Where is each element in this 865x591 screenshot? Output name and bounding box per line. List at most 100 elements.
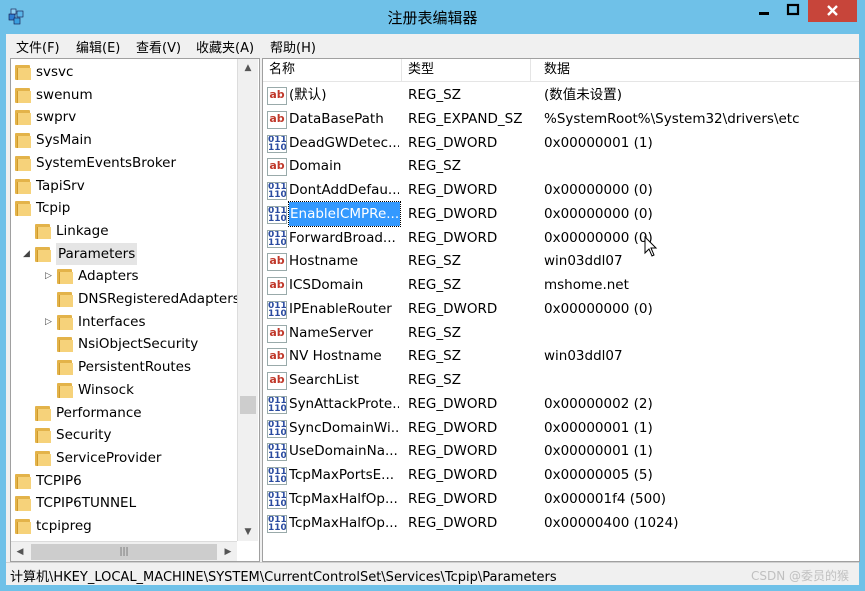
- key-tree[interactable]: svsvc swenum swprv SysMain SystemEventsBroke…: [10, 58, 260, 562]
- tree-item-label: Interfaces: [78, 313, 146, 330]
- folder-icon: [57, 268, 73, 285]
- tree-item[interactable]: tcpipreg: [11, 515, 237, 537]
- value-row[interactable]: 011 110 DeadGWDetec... REG_DWORD 0x00000001…: [263, 131, 859, 155]
- tree-item[interactable]: ▷ Adapters: [11, 265, 237, 287]
- tree-item[interactable]: ServiceProvider: [11, 447, 237, 469]
- value-name: ForwardBroad...: [289, 229, 396, 246]
- binary-value-icon: 011 110: [267, 419, 287, 438]
- tree-item[interactable]: SystemEventsBroker: [11, 152, 237, 174]
- string-value-icon: ab: [267, 87, 287, 105]
- string-value-icon: ab: [267, 372, 287, 390]
- tree-item-label: Adapters: [78, 268, 139, 285]
- value-row[interactable]: ab NV Hostname REG_SZ win03ddl07: [263, 344, 859, 368]
- value-row[interactable]: ab NameServer REG_SZ: [263, 321, 859, 345]
- string-value-icon: ab: [267, 158, 287, 177]
- value-row[interactable]: 011 110 SynAttackProte... REG_DWORD 0x00000…: [263, 392, 859, 416]
- value-row[interactable]: 011 110 EnableICMPRe... REG_DWORD 0x0000000…: [263, 200, 859, 227]
- binary-value-icon: 011 110: [267, 229, 287, 248]
- value-data: (数值未设置): [544, 87, 623, 103]
- value-type: REG_DWORD: [408, 395, 498, 412]
- tree-item[interactable]: NsiObjectSecurity: [11, 333, 237, 355]
- tree-item[interactable]: TCPIP6: [11, 470, 237, 492]
- binary-value-icon: 011 110: [267, 395, 287, 414]
- tree-item-label: Linkage: [56, 222, 109, 239]
- tree-item[interactable]: ▷ Interfaces: [11, 311, 237, 333]
- close-button[interactable]: [808, 0, 857, 22]
- expand-arrow-icon[interactable]: ▷: [45, 265, 52, 287]
- value-type: REG_SZ: [408, 277, 461, 293]
- tree-item[interactable]: Security: [11, 424, 237, 446]
- scroll-right-arrow-icon[interactable]: ▶: [219, 542, 237, 561]
- string-value-icon: ab: [267, 348, 287, 367]
- menu-help[interactable]: 帮助(H): [270, 37, 316, 56]
- title-bar[interactable]: 注册表编辑器: [0, 0, 865, 34]
- value-name: TcpMaxHalfOp...: [289, 514, 398, 531]
- tree-item[interactable]: SysMain: [11, 129, 237, 151]
- column-header-data[interactable]: 数据: [538, 59, 859, 81]
- folder-icon: [35, 450, 51, 466]
- value-type: REG_DWORD: [408, 443, 498, 460]
- value-data: 0x00000001 (1): [544, 134, 653, 151]
- value-data: 0x00000005 (5): [544, 467, 653, 483]
- status-path: 计算机\HKEY_LOCAL_MACHINE\SYSTEM\CurrentCon…: [10, 570, 557, 585]
- folder-icon: [57, 314, 73, 330]
- menu-edit[interactable]: 编辑(E): [76, 37, 120, 56]
- tree-item[interactable]: DNSRegisteredAdapters: [11, 288, 240, 310]
- tree-item[interactable]: PersistentRoutes: [11, 356, 237, 378]
- menu-view[interactable]: 查看(V): [136, 37, 181, 56]
- tree-item[interactable]: Linkage: [11, 220, 237, 242]
- value-row[interactable]: 011 110 TcpMaxPortsE... REG_DWORD 0x0000000…: [263, 463, 859, 487]
- tree-item[interactable]: swenum: [11, 84, 237, 106]
- value-list[interactable]: 名称 类型 数据 ab (默认) REG_SZ (数值未设置) ab DataBasePa…: [262, 58, 860, 562]
- value-type: REG_DWORD: [408, 134, 498, 151]
- column-header-type[interactable]: 类型: [402, 59, 531, 81]
- value-row[interactable]: 011 110 UseDomainNa... REG_DWORD 0x00000001…: [263, 439, 859, 463]
- value-row[interactable]: ab (默认) REG_SZ (数值未设置): [263, 83, 859, 107]
- value-row[interactable]: 011 110 DontAddDefau... REG_DWORD 0x0000000…: [263, 178, 859, 202]
- tree-item[interactable]: ◢ Parameters: [11, 242, 237, 265]
- scroll-down-arrow-icon[interactable]: ▼: [238, 523, 258, 541]
- menu-file[interactable]: 文件(F): [16, 37, 60, 56]
- value-row[interactable]: 011 110 TcpMaxHalfOp... REG_DWORD 0x000001f…: [263, 487, 859, 511]
- value-name: Domain: [289, 158, 342, 175]
- tree-item[interactable]: TCPIP6TUNNEL: [11, 492, 237, 514]
- value-row[interactable]: 011 110 TcpMaxHalfOp... REG_DWORD 0x0000040…: [263, 511, 859, 535]
- value-row[interactable]: ab ICSDomain REG_SZ mshome.net: [263, 273, 859, 297]
- value-row[interactable]: 011 110 SyncDomainWi... REG_DWORD 0x0000000…: [263, 416, 859, 440]
- tree-item[interactable]: svsvc: [11, 61, 237, 83]
- tree-item[interactable]: Tcpip: [11, 197, 237, 219]
- menu-favorites[interactable]: 收藏夹(A): [196, 37, 254, 56]
- tree-item[interactable]: TapiSrv: [11, 175, 237, 197]
- tree-horizontal-scrollbar[interactable]: ◀ ||| ▶: [11, 541, 237, 561]
- folder-icon: [35, 223, 51, 239]
- binary-value-icon: 011 110: [267, 134, 287, 153]
- value-type: REG_SZ: [408, 348, 461, 365]
- tree-vertical-scrollbar[interactable]: ▲ ▼: [237, 59, 258, 541]
- minimize-button[interactable]: [751, 0, 777, 22]
- binary-value-icon: 011 110: [267, 205, 287, 224]
- scroll-thumb[interactable]: [240, 396, 256, 414]
- tree-item[interactable]: swprv: [11, 106, 237, 128]
- value-row[interactable]: 011 110 IPEnableRouter REG_DWORD 0x00000000…: [263, 297, 859, 321]
- value-row[interactable]: ab SearchList REG_SZ: [263, 368, 859, 392]
- expand-arrow-icon[interactable]: ▷: [45, 311, 52, 333]
- registry-editor-window: 注册表编辑器 文件(F) 编辑(E) 查看(V) 收藏夹(A) 帮助(H) sv…: [0, 0, 865, 591]
- scroll-left-arrow-icon[interactable]: ◀: [11, 542, 29, 561]
- value-row[interactable]: 011 110 ForwardBroad... REG_DWORD 0x0000000…: [263, 226, 859, 250]
- string-value-icon: ab: [267, 110, 287, 129]
- maximize-button[interactable]: [780, 0, 806, 22]
- tree-item[interactable]: Performance: [11, 402, 237, 424]
- tree-item[interactable]: Winsock: [11, 379, 237, 401]
- scroll-up-arrow-icon[interactable]: ▲: [238, 59, 258, 77]
- value-type: REG_DWORD: [408, 467, 498, 483]
- collapse-arrow-icon[interactable]: ◢: [23, 243, 30, 265]
- folder-icon: [15, 155, 31, 171]
- value-row[interactable]: ab Hostname REG_SZ win03ddl07: [263, 249, 859, 273]
- scroll-thumb-horizontal[interactable]: |||: [31, 544, 217, 560]
- tree-item-label: PersistentRoutes: [78, 359, 192, 376]
- tree-item-label: Winsock: [78, 381, 134, 398]
- value-data: 0x00000001 (1): [544, 419, 653, 436]
- value-row[interactable]: ab Domain REG_SZ: [263, 154, 859, 178]
- column-header-name[interactable]: 名称: [263, 59, 402, 81]
- value-row[interactable]: ab DataBasePath REG_EXPAND_SZ %SystemRoot%\…: [263, 107, 859, 131]
